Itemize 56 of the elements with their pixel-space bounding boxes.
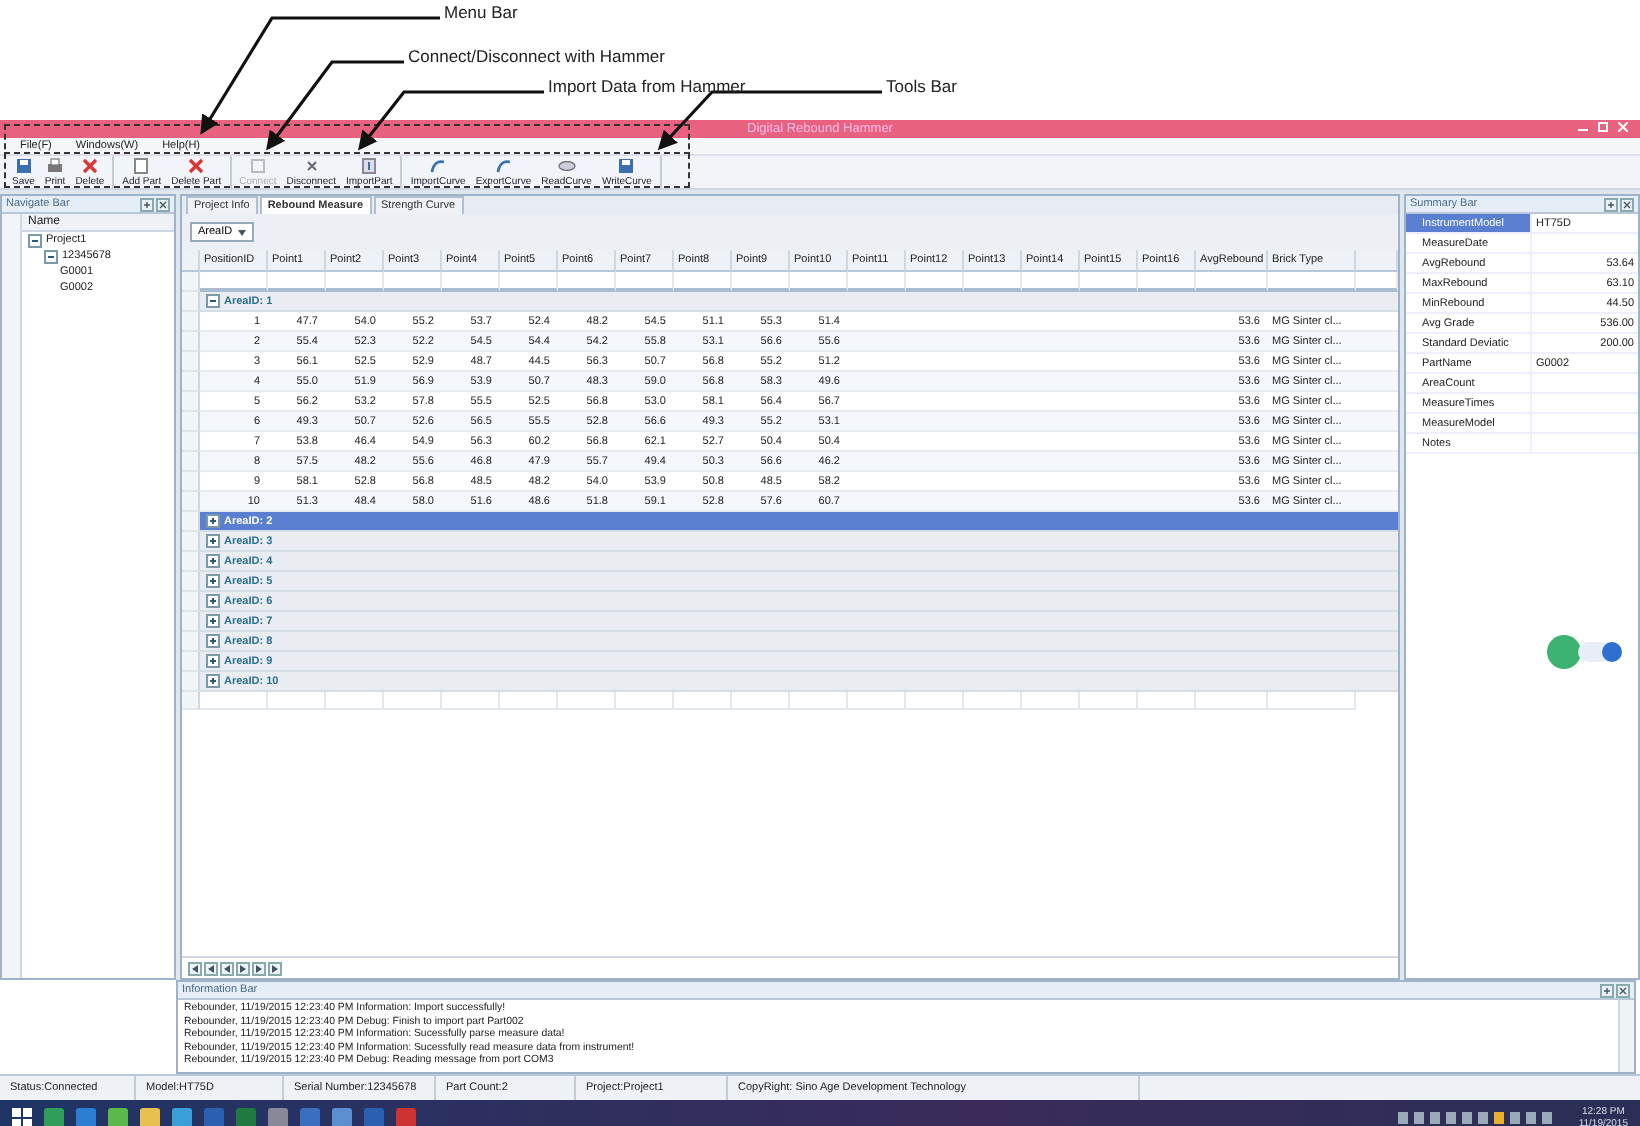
close-icon[interactable] bbox=[1616, 983, 1630, 997]
empty-cell bbox=[964, 692, 1022, 710]
pager-button[interactable] bbox=[268, 961, 282, 975]
empty-cell bbox=[1530, 414, 1638, 434]
cross-icon bbox=[303, 157, 320, 173]
empty-cell bbox=[674, 692, 732, 710]
empty-cell bbox=[848, 692, 906, 710]
empty-cell bbox=[1268, 692, 1356, 710]
expand-icon[interactable] bbox=[206, 554, 220, 568]
empty-cell bbox=[1530, 234, 1638, 254]
empty-cell bbox=[616, 692, 674, 710]
pager-button[interactable] bbox=[220, 961, 234, 975]
empty-cell bbox=[384, 692, 442, 710]
empty-cell bbox=[906, 692, 964, 710]
expand-icon[interactable] bbox=[206, 574, 220, 588]
empty-cell bbox=[1196, 692, 1268, 710]
empty-cell bbox=[732, 692, 790, 710]
expand-icon[interactable] bbox=[206, 674, 220, 688]
pager-button[interactable] bbox=[188, 961, 202, 975]
x-mark-icon bbox=[188, 157, 205, 173]
empty-cell bbox=[268, 692, 326, 710]
collapse-icon[interactable] bbox=[44, 249, 58, 263]
empty-cell bbox=[326, 692, 384, 710]
windows-logo-icon[interactable] bbox=[12, 1108, 32, 1126]
annotation-label: Connect/Disconnect with Hammer bbox=[408, 46, 665, 66]
x-mark-icon bbox=[81, 157, 98, 173]
pager-button[interactable] bbox=[204, 961, 218, 975]
empty-cell bbox=[1530, 394, 1638, 414]
pager-button[interactable] bbox=[252, 961, 266, 975]
expand-icon[interactable] bbox=[206, 634, 220, 648]
expand-icon[interactable] bbox=[206, 654, 220, 668]
maximize-icon[interactable] bbox=[1598, 122, 1608, 132]
expand-icon[interactable] bbox=[206, 534, 220, 548]
close-icon[interactable] bbox=[1620, 197, 1634, 211]
empty-cell bbox=[1080, 692, 1138, 710]
empty-cell bbox=[790, 692, 848, 710]
expand-icon[interactable] bbox=[206, 594, 220, 608]
caret-icon bbox=[238, 229, 247, 235]
pager-button[interactable] bbox=[236, 961, 250, 975]
scrollbar[interactable] bbox=[1618, 1000, 1634, 1072]
collapse-icon[interactable] bbox=[206, 294, 220, 308]
expand-icon[interactable] bbox=[206, 514, 220, 528]
empty-cell bbox=[1530, 374, 1638, 394]
annotation-label: Tools Bar bbox=[886, 76, 957, 96]
floating-widget-icon[interactable] bbox=[1546, 634, 1626, 670]
expand-icon[interactable] bbox=[206, 614, 220, 628]
annotation-label: Menu Bar bbox=[444, 2, 518, 22]
empty-cell bbox=[442, 692, 500, 710]
annotation-label: Import Data from Hammer bbox=[548, 76, 746, 96]
empty-cell bbox=[500, 692, 558, 710]
empty-cell bbox=[1530, 434, 1638, 454]
empty-cell bbox=[1022, 692, 1080, 710]
empty-cell bbox=[558, 692, 616, 710]
collapse-icon[interactable] bbox=[28, 233, 42, 247]
empty-cell bbox=[1138, 692, 1196, 710]
close-icon[interactable] bbox=[156, 197, 170, 211]
